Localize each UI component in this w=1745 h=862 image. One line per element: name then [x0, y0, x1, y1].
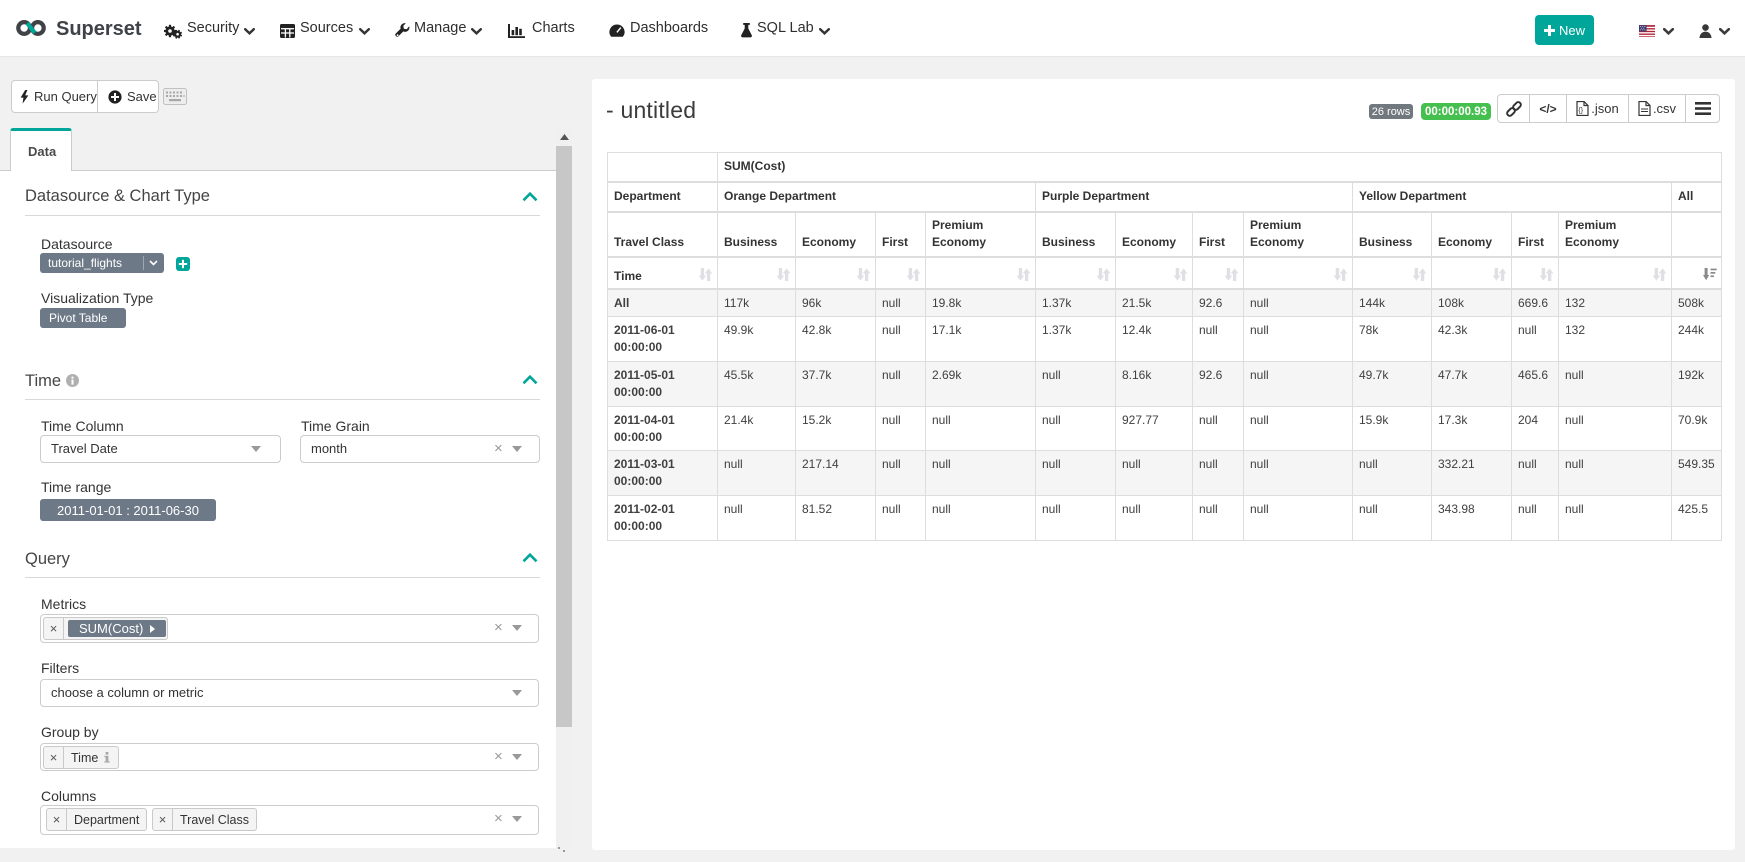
- svg-text:{}: {}: [1579, 108, 1584, 115]
